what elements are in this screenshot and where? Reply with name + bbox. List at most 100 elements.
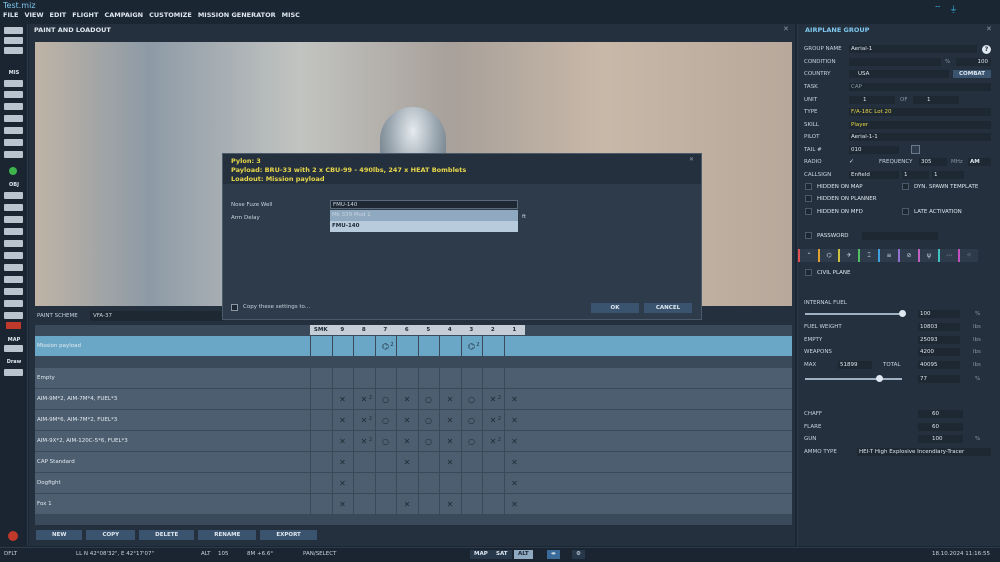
check-icon[interactable] [4,139,23,146]
pylon-cell[interactable] [482,336,503,357]
new-button[interactable]: NEW [36,530,83,540]
tab-misc-icon[interactable]: ⁘ [958,249,978,262]
cancel-button[interactable]: CANCEL [644,303,692,313]
zoom-icon[interactable] [4,369,23,376]
sat-button[interactable]: SAT [492,550,512,559]
loadout-row[interactable]: Dogfight ✕ ✕ [35,472,792,494]
pylon-cell[interactable]: ✕ 2 [353,410,374,431]
internal-fuel-slider[interactable] [805,313,902,315]
pylon-cell[interactable]: ✕ [331,431,353,452]
trigger-icon[interactable] [4,127,23,134]
wifi-icon[interactable]: ⌔ [934,4,942,15]
pylon-cell[interactable] [417,368,439,389]
group-name-input[interactable]: Aerial-1 [849,45,977,53]
copy-button[interactable]: COPY [86,530,136,540]
pylon-cell[interactable] [374,452,396,473]
alt-button[interactable]: ALT [514,550,533,559]
pylon-cell[interactable]: ○ [460,410,482,431]
unit-input[interactable]: 1 [849,96,895,104]
trash-icon[interactable] [4,80,23,87]
dyn-spawn-checkbox[interactable] [902,183,909,190]
draw-label[interactable]: Draw [0,359,28,365]
password-checkbox[interactable] [805,232,812,239]
airplane-icon[interactable] [4,192,23,199]
pylon-cell[interactable] [374,494,396,515]
pylon-cell[interactable]: ✕ [331,410,353,431]
target-icon[interactable] [4,300,23,307]
pylon-cell[interactable] [310,494,331,515]
pylon-cell[interactable] [439,473,460,494]
tab-aircraft-icon[interactable]: ✈ [838,249,858,262]
pylon-cell[interactable] [460,494,482,515]
pylon-cell[interactable] [310,473,331,494]
pylon-cell[interactable]: ○ [460,431,482,452]
pylon-cell[interactable]: ✕ [396,389,417,410]
livery-icon[interactable] [911,145,920,154]
loadout-row[interactable]: AIM-9X*2, AIM-120C-5*6, FUEL*3 ✕ ✕ 2 ○ ✕ ○ ✕ ○ ✕ 2… [35,430,792,452]
pylon-cell[interactable]: ○ [417,389,439,410]
dialog-close-icon[interactable]: ✕ [689,156,694,163]
loadout-row[interactable]: CAP Standard ✕ ✕ ✕ ✕ [35,451,792,473]
pylon-cell[interactable] [417,473,439,494]
pylon-cell[interactable] [396,473,417,494]
pylon-cell[interactable]: ✕ [396,431,417,452]
pylon-cell[interactable]: ✕ [503,452,525,473]
pylon-cell[interactable] [353,494,374,515]
pylon-cell[interactable] [310,368,331,389]
zone-icon[interactable] [4,276,23,283]
mode-select[interactable]: DFLT [4,551,17,557]
frequency-input[interactable]: 305 [919,158,947,166]
chaff-input[interactable]: 60 [918,410,963,418]
pylon-cell[interactable]: ✕ 2 [482,389,503,410]
country-select[interactable]: USA [849,70,949,78]
modulation-select[interactable]: AM [968,158,991,166]
menu-customize[interactable]: CUSTOMIZE [146,9,195,21]
skill-select[interactable]: Player [849,121,991,129]
pilot-input[interactable]: Aerial-1-1 [849,133,991,141]
pylon-cell[interactable]: ✕ [396,494,417,515]
pylon-cell[interactable] [310,431,331,452]
pylon-cell[interactable] [353,452,374,473]
camera-icon[interactable] [4,288,23,295]
internal-fuel-input[interactable]: 100 [918,310,960,318]
antenna-icon[interactable]: ⏚ [950,4,958,15]
pylon-cell[interactable] [353,336,374,357]
pylon-cell[interactable] [374,368,396,389]
delete-button[interactable]: DELETE [139,530,195,540]
tail-input[interactable]: 010 [849,146,899,154]
pylon-cell[interactable] [353,368,374,389]
menu-campaign[interactable]: CAMPAIGN [101,9,146,21]
unit-count-input[interactable]: 1 [913,96,959,104]
pylon-cell[interactable]: ⌬ 2 [374,336,396,357]
fuze-option-selected[interactable]: FMU-140 [330,221,518,232]
pylon-cell[interactable] [374,473,396,494]
delete-object-icon[interactable] [6,322,21,329]
hidden-map-checkbox[interactable] [805,183,812,190]
pylon-cell[interactable] [417,494,439,515]
tab-failures-icon[interactable]: ⊘ [898,249,918,262]
combat-button[interactable]: COMBAT [953,70,991,78]
static-object-icon[interactable] [4,240,23,247]
pylon-cell[interactable]: ✕ [503,410,525,431]
pylon-cell[interactable]: ✕ [503,473,525,494]
internal-fuel-knob[interactable] [898,310,906,317]
password-input[interactable] [862,232,938,240]
pylon-cell[interactable]: ✕ [503,494,525,515]
pylon-cell[interactable]: ✕ [331,389,353,410]
pylon-cell[interactable]: ○ [374,389,396,410]
pylon-cell[interactable]: ✕ [503,389,525,410]
settings-icon[interactable]: ⚙ [572,550,585,559]
menu-misc[interactable]: MISC [279,9,303,21]
hidden-mfd-checkbox[interactable] [805,208,812,215]
condition-input[interactable]: 100 [956,58,991,66]
pylon-cell[interactable] [503,368,525,389]
group-edit-icon[interactable] [4,312,23,319]
pylon-cell[interactable] [482,368,503,389]
new-file-icon[interactable] [4,27,23,34]
pylon-cell[interactable] [310,336,331,357]
ok-button[interactable]: OK [591,303,639,313]
pylon-cell[interactable]: ✕ 2 [482,410,503,431]
callsign-flight-input[interactable]: 1 [902,171,929,179]
type-select[interactable]: F/A-18C Lot 20 [849,108,991,116]
close-icon[interactable]: ✕ [986,25,992,33]
